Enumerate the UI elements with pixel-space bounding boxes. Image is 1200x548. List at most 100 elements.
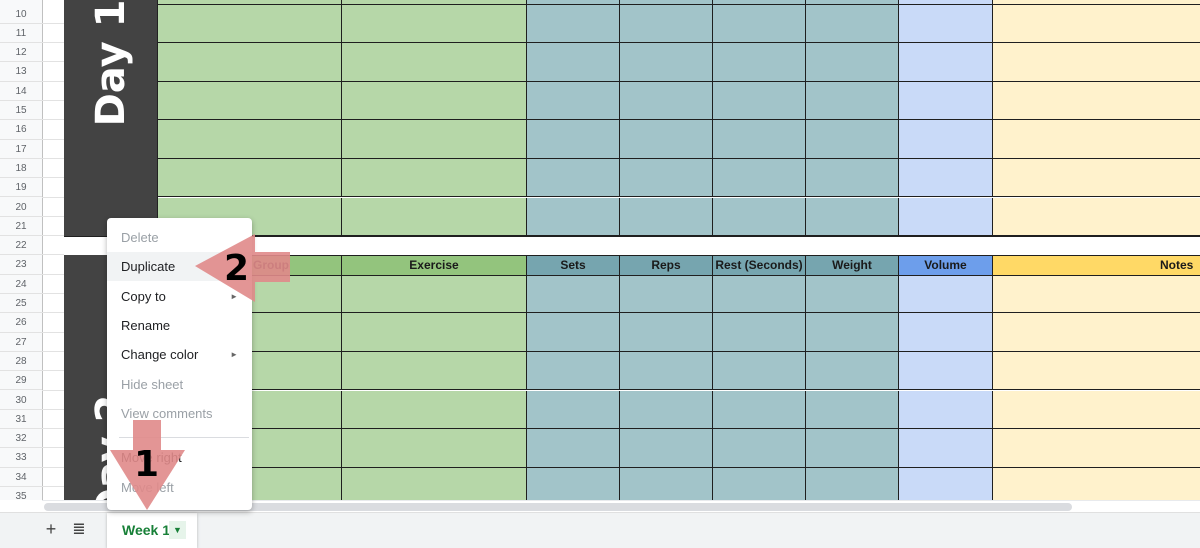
table-cell[interactable]	[993, 351, 1200, 391]
table-cell[interactable]	[527, 351, 620, 391]
row-number[interactable]: 34	[0, 468, 42, 487]
table-cell[interactable]	[899, 81, 993, 121]
table-cell[interactable]	[620, 274, 713, 314]
table-cell[interactable]	[993, 120, 1200, 159]
table-cell[interactable]	[342, 274, 527, 314]
header-notes[interactable]: Notes	[993, 255, 1200, 276]
menu-item-change-color[interactable]: Change color ►	[107, 340, 252, 369]
row-number[interactable]: 22	[0, 236, 42, 256]
table-cell[interactable]	[620, 197, 713, 237]
table-cell[interactable]	[620, 467, 713, 500]
table-cell[interactable]	[806, 81, 899, 121]
row-number[interactable]: 10	[0, 5, 42, 24]
table-cell[interactable]	[806, 313, 899, 352]
table-cell[interactable]	[342, 120, 527, 159]
table-cell[interactable]	[806, 467, 899, 500]
table-cell[interactable]	[342, 43, 527, 82]
row-number[interactable]: 29	[0, 371, 42, 391]
table-cell[interactable]	[342, 4, 527, 44]
table-cell[interactable]	[806, 390, 899, 430]
menu-item-view-comments[interactable]: View comments	[107, 399, 252, 428]
table-cell[interactable]	[713, 351, 806, 391]
table-cell[interactable]	[993, 390, 1200, 430]
table-cell[interactable]	[527, 274, 620, 314]
row-number[interactable]: 27	[0, 333, 42, 352]
menu-item-copy-to[interactable]: Copy to ►	[107, 282, 252, 311]
table-cell[interactable]	[713, 81, 806, 121]
row-number[interactable]: 14	[0, 82, 42, 101]
table-cell[interactable]	[620, 4, 713, 44]
table-cell[interactable]	[899, 158, 993, 198]
table-cell[interactable]	[620, 313, 713, 352]
header-exercise[interactable]: Exercise	[342, 255, 527, 276]
row-number[interactable]: 16	[0, 120, 42, 140]
table-cell[interactable]	[620, 81, 713, 121]
table-cell[interactable]	[342, 390, 527, 430]
menu-item-hide-sheet[interactable]: Hide sheet	[107, 370, 252, 399]
chevron-down-icon[interactable]: ▼	[169, 521, 186, 539]
row-number[interactable]: 11	[0, 24, 42, 44]
row-number[interactable]: 18	[0, 159, 42, 179]
table-cell[interactable]	[620, 158, 713, 198]
table-cell[interactable]	[899, 467, 993, 500]
table-cell[interactable]	[527, 81, 620, 121]
row-number[interactable]: 17	[0, 140, 42, 159]
table-cell[interactable]	[620, 120, 713, 159]
table-cell[interactable]	[993, 158, 1200, 198]
table-cell[interactable]	[527, 467, 620, 500]
row-number[interactable]: 28	[0, 352, 42, 372]
table-cell[interactable]	[899, 43, 993, 82]
table-cell[interactable]	[157, 43, 342, 82]
table-cell[interactable]	[993, 0, 1200, 5]
row-number[interactable]: 15	[0, 101, 42, 121]
table-cell[interactable]	[899, 429, 993, 468]
table-cell[interactable]	[713, 467, 806, 500]
row-number[interactable]: 24	[0, 275, 42, 294]
table-cell[interactable]	[806, 351, 899, 391]
row-number[interactable]: 35	[0, 487, 42, 500]
table-cell[interactable]	[620, 429, 713, 468]
table-cell[interactable]	[899, 390, 993, 430]
table-cell[interactable]	[342, 81, 527, 121]
row-number[interactable]: 12	[0, 43, 42, 63]
table-cell[interactable]	[342, 429, 527, 468]
table-cell[interactable]	[342, 197, 527, 237]
table-cell[interactable]	[620, 351, 713, 391]
table-cell[interactable]	[527, 390, 620, 430]
table-cell[interactable]	[806, 4, 899, 44]
table-cell[interactable]	[806, 197, 899, 237]
table-cell[interactable]	[157, 81, 342, 121]
table-cell[interactable]	[342, 0, 527, 5]
table-cell[interactable]	[342, 467, 527, 500]
row-number[interactable]: 19	[0, 178, 42, 198]
row-number[interactable]: 25	[0, 294, 42, 314]
add-sheet-icon[interactable]: +	[42, 519, 60, 540]
table-cell[interactable]	[899, 120, 993, 159]
row-number[interactable]: 31	[0, 410, 42, 430]
table-cell[interactable]	[993, 429, 1200, 468]
row-number[interactable]: 33	[0, 448, 42, 468]
table-cell[interactable]	[806, 158, 899, 198]
table-cell[interactable]	[620, 0, 713, 5]
table-cell[interactable]	[806, 429, 899, 468]
table-cell[interactable]	[713, 390, 806, 430]
row-number[interactable]: 30	[0, 391, 42, 410]
table-cell[interactable]	[993, 4, 1200, 44]
menu-item-move-right[interactable]: Move right	[107, 443, 252, 472]
table-cell[interactable]	[527, 4, 620, 44]
table-cell[interactable]	[806, 43, 899, 82]
table-cell[interactable]	[342, 351, 527, 391]
table-cell[interactable]	[713, 43, 806, 82]
table-cell[interactable]	[713, 0, 806, 5]
row-number[interactable]: 13	[0, 62, 42, 82]
table-cell[interactable]	[527, 197, 620, 237]
table-cell[interactable]	[157, 0, 342, 5]
table-cell[interactable]	[993, 313, 1200, 352]
table-cell[interactable]	[899, 351, 993, 391]
table-cell[interactable]	[806, 120, 899, 159]
table-cell[interactable]	[527, 158, 620, 198]
table-cell[interactable]	[993, 81, 1200, 121]
table-cell[interactable]	[620, 390, 713, 430]
table-cell[interactable]	[157, 4, 342, 44]
row-number[interactable]: 20	[0, 198, 42, 217]
